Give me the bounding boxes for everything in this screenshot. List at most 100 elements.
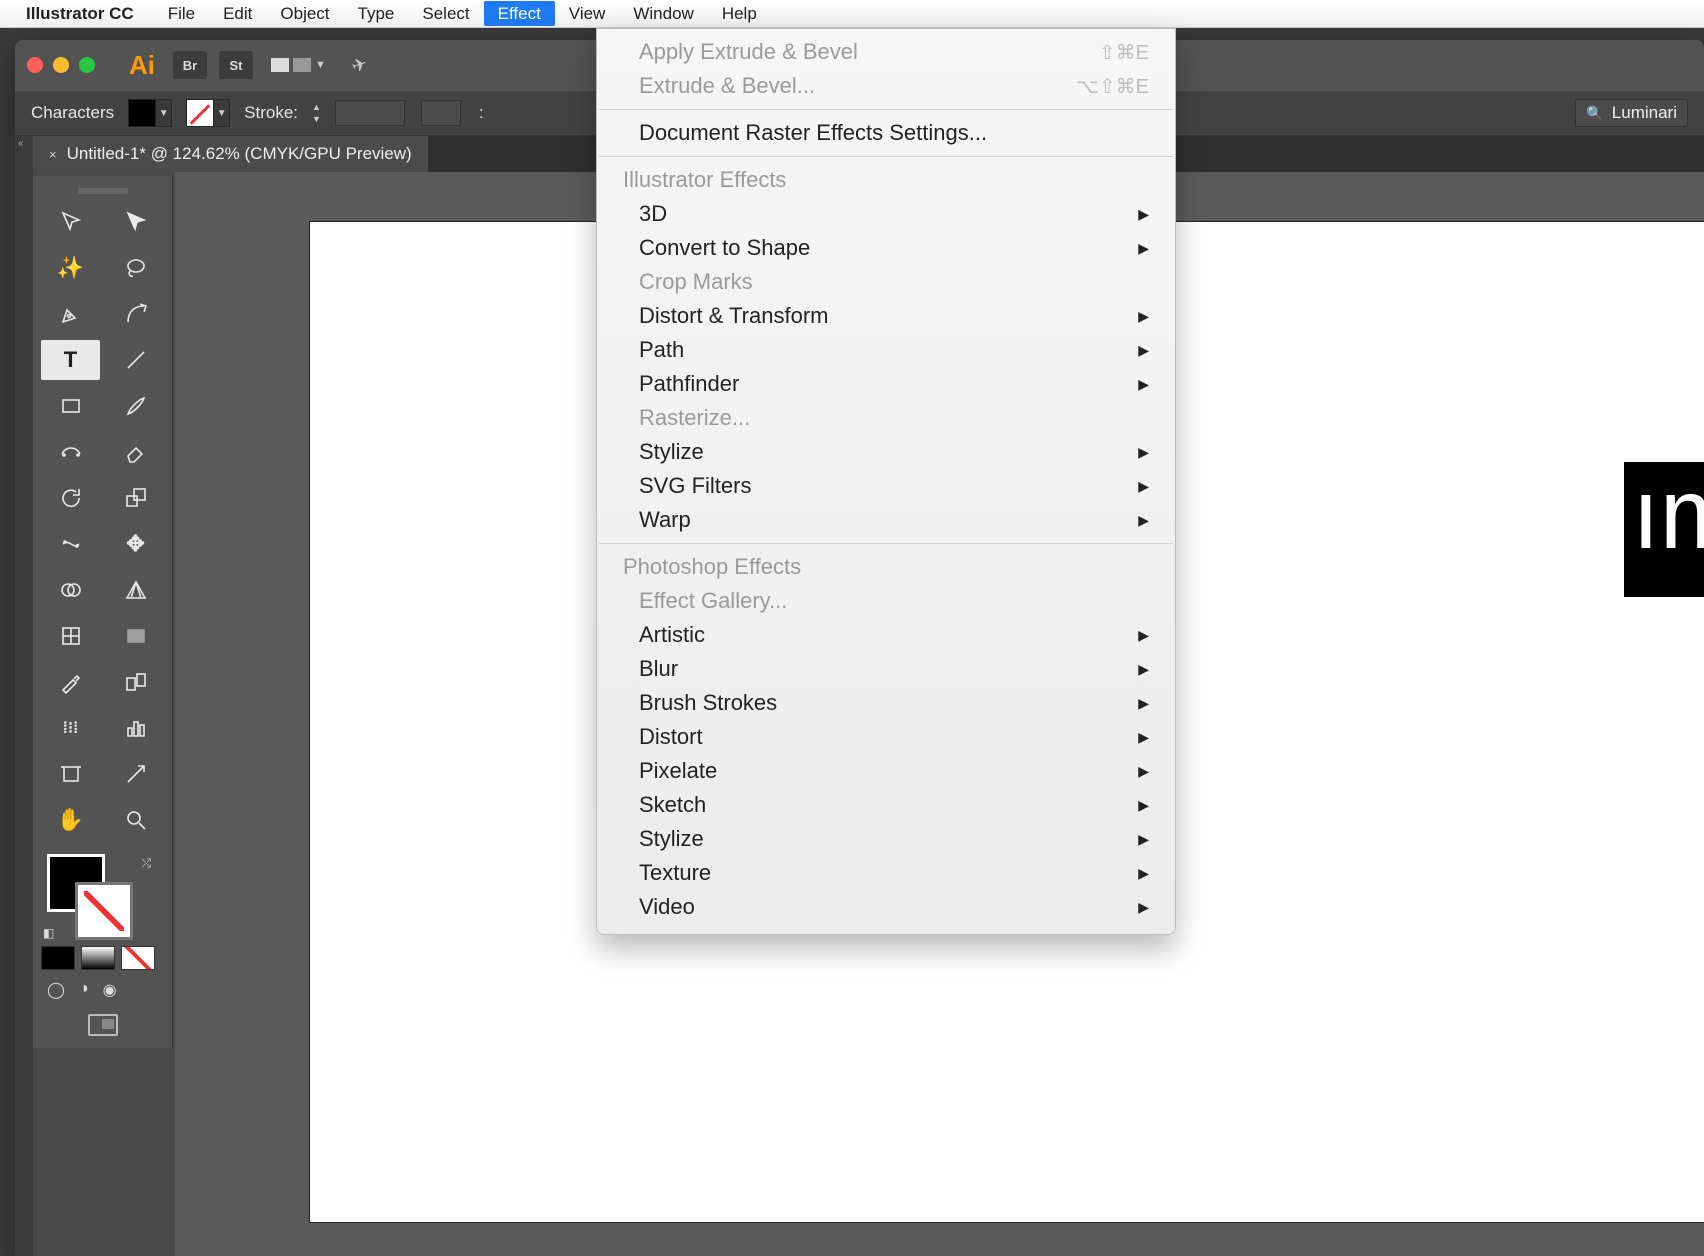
document-tab-title: Untitled-1* @ 124.62% (CMYK/GPU Preview) <box>67 144 412 164</box>
menu-item-distort-transform[interactable]: Distort & Transform▶ <box>597 299 1175 333</box>
default-fill-stroke-icon[interactable]: ◧ <box>43 926 54 940</box>
hand-tool[interactable]: ✋ <box>41 800 100 840</box>
menu-label: Sketch <box>639 792 706 818</box>
rotate-tool[interactable] <box>41 478 100 518</box>
stroke-swatch[interactable] <box>186 99 214 127</box>
width-tool[interactable] <box>41 524 100 564</box>
close-window-icon[interactable] <box>27 57 43 73</box>
color-mode-icon[interactable] <box>41 946 75 970</box>
pen-tool[interactable] <box>41 294 100 334</box>
menu-item-sketch[interactable]: Sketch▶ <box>597 788 1175 822</box>
stroke-color-icon[interactable] <box>75 882 133 940</box>
submenu-arrow-icon: ▶ <box>1138 695 1149 712</box>
draw-normal-icon[interactable]: ◯ <box>47 980 65 1000</box>
menu-item-3d[interactable]: 3D▶ <box>597 197 1175 231</box>
eraser-tool[interactable] <box>106 432 165 472</box>
artboard-tool[interactable] <box>41 754 100 794</box>
stroke-weight-field[interactable] <box>335 100 405 126</box>
menu-apply-last-effect: Apply Extrude & Bevel ⇧⌘E <box>597 35 1175 69</box>
type-tool[interactable]: T <box>41 340 100 380</box>
column-graph-tool[interactable] <box>106 708 165 748</box>
menu-window[interactable]: Window <box>619 1 707 26</box>
gradient-mode-icon[interactable] <box>81 946 115 970</box>
panel-grip-icon[interactable] <box>78 188 128 194</box>
curvature-tool[interactable] <box>106 294 165 334</box>
magic-wand-tool[interactable]: ✨ <box>41 248 100 288</box>
fill-dropdown[interactable]: ▼ <box>156 99 172 127</box>
eyedropper-tool[interactable] <box>41 662 100 702</box>
menu-item-pixelate[interactable]: Pixelate▶ <box>597 754 1175 788</box>
menu-select[interactable]: Select <box>408 1 483 26</box>
menu-item-texture[interactable]: Texture▶ <box>597 856 1175 890</box>
draw-behind-icon[interactable]: ◑ <box>79 980 89 1000</box>
stroke-weight-stepper[interactable]: ▲▼ <box>312 102 321 124</box>
panel-collapse-strip[interactable]: « <box>15 136 33 1256</box>
shaper-tool[interactable] <box>41 432 100 472</box>
text-object-content: ım <box>1632 462 1704 570</box>
lasso-tool[interactable] <box>106 248 165 288</box>
close-tab-icon[interactable]: × <box>49 147 57 162</box>
menu-object[interactable]: Object <box>266 1 343 26</box>
collapse-icon: « <box>15 136 33 151</box>
stock-button[interactable]: St <box>219 51 253 79</box>
mesh-tool[interactable] <box>41 616 100 656</box>
mac-menubar: Illustrator CC FileEditObjectTypeSelectE… <box>0 0 1704 28</box>
menu-item-path[interactable]: Path▶ <box>597 333 1175 367</box>
paintbrush-tool[interactable] <box>106 386 165 426</box>
menu-document-raster-settings[interactable]: Document Raster Effects Settings... <box>597 116 1175 150</box>
selection-tool[interactable] <box>41 202 100 242</box>
ai-logo-icon: Ai <box>129 50 155 81</box>
menu-item-stylize[interactable]: Stylize▶ <box>597 822 1175 856</box>
zoom-tool[interactable] <box>106 800 165 840</box>
font-search-field[interactable]: 🔍 Luminari <box>1575 99 1688 127</box>
menu-label: Pathfinder <box>639 371 739 397</box>
shape-builder-tool[interactable] <box>41 570 100 610</box>
brush-definition-field[interactable] <box>421 100 461 126</box>
fill-stroke-control[interactable]: ⤭ ◧ <box>41 854 165 940</box>
menu-label: Artistic <box>639 622 705 648</box>
blend-tool[interactable] <box>106 662 165 702</box>
document-tab[interactable]: × Untitled-1* @ 124.62% (CMYK/GPU Previe… <box>33 136 429 172</box>
menu-item-distort[interactable]: Distort▶ <box>597 720 1175 754</box>
draw-inside-icon[interactable]: ◉ <box>103 980 117 1000</box>
menu-item-brush-strokes[interactable]: Brush Strokes▶ <box>597 686 1175 720</box>
fill-swatch[interactable] <box>128 99 156 127</box>
none-mode-icon[interactable] <box>121 946 155 970</box>
gpu-performance-icon[interactable]: ✈ <box>349 53 370 78</box>
menu-item-artistic[interactable]: Artistic▶ <box>597 618 1175 652</box>
menu-file[interactable]: File <box>154 1 209 26</box>
menu-item-video[interactable]: Video▶ <box>597 890 1175 924</box>
slice-tool[interactable] <box>106 754 165 794</box>
rectangle-tool[interactable] <box>41 386 100 426</box>
arrange-documents-button[interactable]: ▼ <box>271 58 326 72</box>
minimize-window-icon[interactable] <box>53 57 69 73</box>
submenu-arrow-icon: ▶ <box>1138 206 1149 223</box>
menu-help[interactable]: Help <box>708 1 771 26</box>
menu-item-pathfinder[interactable]: Pathfinder▶ <box>597 367 1175 401</box>
symbol-sprayer-tool[interactable]: ⁞⁝⁞ <box>41 708 100 748</box>
line-segment-tool[interactable] <box>106 340 165 380</box>
menu-item-stylize[interactable]: Stylize▶ <box>597 435 1175 469</box>
menu-type[interactable]: Type <box>344 1 409 26</box>
scale-tool[interactable] <box>106 478 165 518</box>
menu-item-svg-filters[interactable]: SVG Filters▶ <box>597 469 1175 503</box>
menu-effect[interactable]: Effect <box>484 1 555 26</box>
menu-view[interactable]: View <box>555 1 620 26</box>
direct-selection-tool[interactable] <box>106 202 165 242</box>
free-transform-tool[interactable]: ✥ <box>106 524 165 564</box>
menu-item-blur[interactable]: Blur▶ <box>597 652 1175 686</box>
gradient-tool[interactable] <box>106 616 165 656</box>
screen-mode-icon[interactable] <box>88 1014 118 1036</box>
perspective-grid-tool[interactable] <box>106 570 165 610</box>
app-name[interactable]: Illustrator CC <box>26 4 134 24</box>
bridge-button[interactable]: Br <box>173 51 207 79</box>
menu-item-warp[interactable]: Warp▶ <box>597 503 1175 537</box>
text-object[interactable]: ım <box>1624 462 1704 597</box>
menu-item-convert-to-shape[interactable]: Convert to Shape▶ <box>597 231 1175 265</box>
stroke-dropdown[interactable]: ▼ <box>214 99 230 127</box>
effect-menu-dropdown: Apply Extrude & Bevel ⇧⌘E Extrude & Beve… <box>596 28 1176 935</box>
swap-fill-stroke-icon[interactable]: ⤭ <box>141 856 151 871</box>
menu-edit[interactable]: Edit <box>209 1 266 26</box>
maximize-window-icon[interactable] <box>79 57 95 73</box>
menu-label: Blur <box>639 656 678 682</box>
